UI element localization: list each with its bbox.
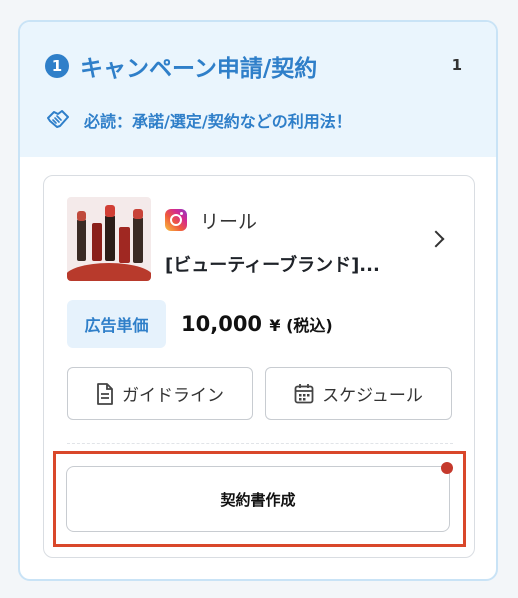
price-unit: ¥ (税込) <box>269 316 333 335</box>
product-name[interactable]: [ビューティーブランド]... <box>165 251 380 277</box>
notification-dot <box>441 462 453 474</box>
usage-guide-link[interactable]: 必読：承諾/選定/契約などの利用法！ <box>84 108 352 132</box>
schedule-button[interactable]: スケジュール <box>265 367 452 420</box>
price-value: 10,000 <box>181 312 263 336</box>
document-icon <box>97 382 113 405</box>
guideline-button[interactable]: ガイドライン <box>67 367 253 420</box>
calendar-icon <box>294 384 314 404</box>
create-contract-button[interactable]: 契約書作成 <box>66 466 450 532</box>
card-divider <box>67 443 453 444</box>
guideline-button-label: ガイドライン <box>122 386 224 406</box>
platform-label: リール <box>200 211 258 233</box>
panel-title: キャンペーン申請/契約 <box>80 56 318 82</box>
price-label-badge: 広告単価 <box>67 300 166 348</box>
step-number-icon: 1 <box>45 54 69 78</box>
price-display: 10,000 ¥ (税込) <box>181 312 333 336</box>
panel-header: 1 キャンペーン申請/契約 1 必読：承諾/選定/契約などの利用法！ <box>20 22 496 157</box>
product-thumbnail <box>67 197 151 281</box>
schedule-button-label: スケジュール <box>322 386 423 406</box>
instagram-icon <box>165 209 187 231</box>
chevron-right-icon[interactable] <box>427 230 445 248</box>
handshake-icon <box>47 110 69 128</box>
campaign-count: 1 <box>451 56 462 74</box>
